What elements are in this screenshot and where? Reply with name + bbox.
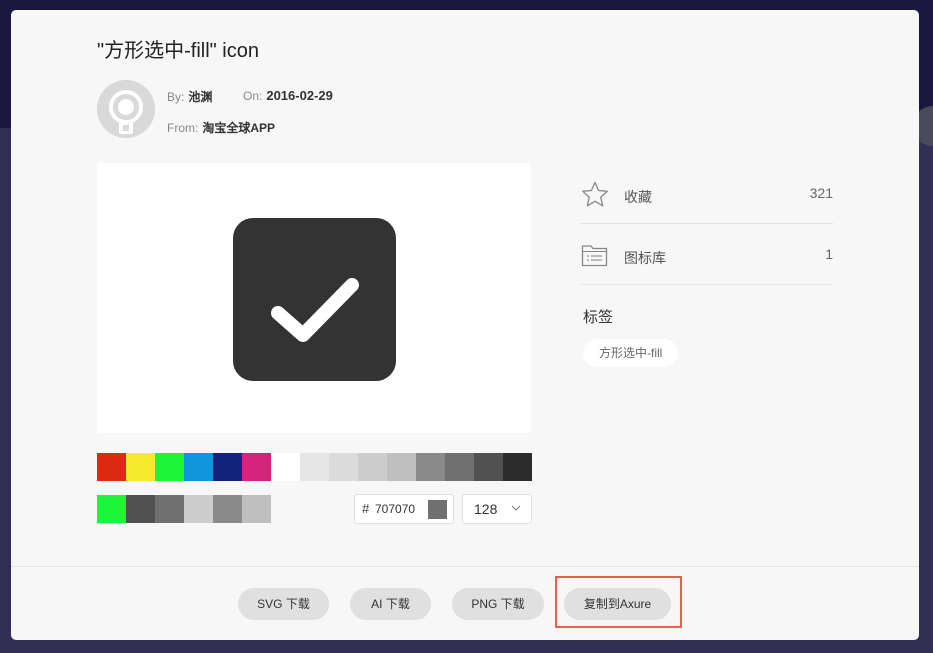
author-name[interactable]: 池渊 — [188, 90, 212, 104]
icon-detail-modal: "方形选中-fill" icon By: 池渊 On: 2016-02-29 Fro… — [11, 10, 919, 640]
upload-date: 2016-02-29 — [266, 88, 333, 103]
color-swatch[interactable] — [155, 495, 184, 523]
color-swatch[interactable] — [184, 495, 213, 523]
color-palette-recent — [97, 495, 271, 523]
current-color-swatch[interactable] — [428, 500, 447, 519]
size-value: 128 — [474, 501, 498, 517]
color-swatch[interactable] — [126, 495, 155, 523]
color-swatch[interactable] — [300, 453, 329, 481]
color-swatch[interactable] — [503, 453, 532, 481]
tag-chip[interactable]: 方形选中-fill — [583, 339, 679, 367]
author-avatar[interactable] — [97, 80, 155, 138]
icon-library-row[interactable]: 图标库 1 — [581, 224, 833, 285]
date-meta: On: 2016-02-29 — [243, 88, 333, 103]
png-download-button[interactable]: PNG 下载 — [452, 588, 544, 620]
by-label: By: — [167, 90, 185, 104]
color-swatch[interactable] — [213, 453, 242, 481]
favorites-row[interactable]: 收藏 321 — [581, 163, 833, 224]
download-footer: SVG 下载 AI 下载 PNG 下载 复制到Axure — [11, 566, 919, 640]
size-select[interactable]: 128 — [462, 494, 532, 524]
color-swatch[interactable] — [387, 453, 416, 481]
color-swatch[interactable] — [416, 453, 445, 481]
color-hex-input-wrapper: # — [354, 494, 454, 524]
color-swatch[interactable] — [97, 495, 126, 523]
svg-download-button[interactable]: SVG 下载 — [238, 588, 329, 620]
avatar-person-icon — [97, 80, 155, 138]
color-swatch[interactable] — [445, 453, 474, 481]
color-swatch[interactable] — [242, 495, 271, 523]
library-label: 图标库 — [624, 250, 666, 266]
folder-list-icon — [581, 245, 608, 267]
color-swatch[interactable] — [213, 495, 242, 523]
from-label: From: — [167, 121, 199, 135]
color-hex-input[interactable] — [375, 500, 425, 518]
color-swatch[interactable] — [329, 453, 358, 481]
chevron-down-icon — [511, 505, 521, 511]
favorites-count: 321 — [809, 185, 833, 201]
source-meta: From: 淘宝全球APP — [167, 119, 275, 136]
icon-preview — [97, 163, 531, 433]
color-swatch[interactable] — [242, 453, 271, 481]
color-palette-primary — [97, 453, 532, 481]
icon-title: "方形选中-fill" icon — [97, 40, 259, 62]
color-swatch[interactable] — [271, 453, 300, 481]
on-label: On: — [243, 89, 263, 103]
hash-symbol: # — [362, 501, 370, 516]
color-swatch[interactable] — [126, 453, 155, 481]
color-swatch[interactable] — [474, 453, 503, 481]
star-icon — [582, 181, 608, 207]
square-checked-fill-icon — [233, 218, 396, 381]
color-swatch[interactable] — [97, 453, 126, 481]
color-swatch[interactable] — [358, 453, 387, 481]
highlight-annotation-box — [555, 576, 682, 628]
color-swatch[interactable] — [155, 453, 184, 481]
library-count: 1 — [825, 246, 833, 262]
author-meta: By: 池渊 — [167, 88, 212, 105]
color-swatch[interactable] — [184, 453, 213, 481]
favorites-label: 收藏 — [624, 189, 652, 205]
source-name[interactable]: 淘宝全球APP — [202, 121, 275, 135]
ai-download-button[interactable]: AI 下载 — [350, 588, 431, 620]
tags-heading: 标签 — [583, 309, 614, 326]
